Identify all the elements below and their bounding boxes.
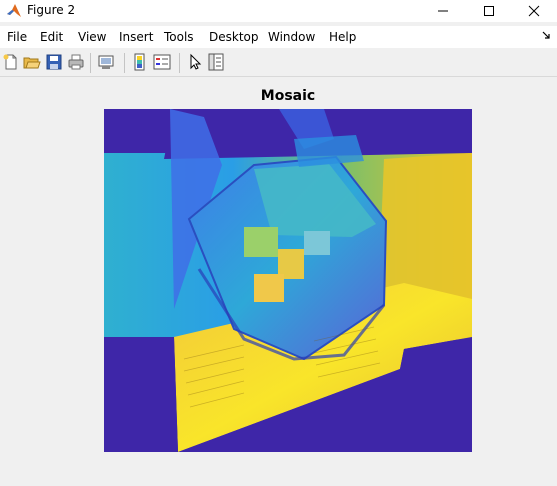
toolbar-separator: [179, 53, 180, 73]
dock-arrow-icon[interactable]: [541, 30, 551, 40]
menu-tools[interactable]: Tools: [164, 30, 194, 44]
menu-help[interactable]: Help: [329, 30, 356, 44]
property-inspector-icon[interactable]: [207, 53, 225, 71]
menu-view[interactable]: View: [78, 30, 106, 44]
open-file-icon[interactable]: [23, 53, 41, 71]
mosaic-image[interactable]: [104, 109, 472, 452]
menu-insert[interactable]: Insert: [119, 30, 153, 44]
menu-window[interactable]: Window: [268, 30, 315, 44]
maximize-icon: [484, 6, 494, 16]
window-title: Figure 2: [27, 3, 76, 17]
matlab-logo-icon: [7, 4, 21, 17]
menubar: File Edit View Insert Tools Desktop Wind…: [0, 26, 557, 48]
minimize-icon: [438, 10, 448, 12]
print-icon[interactable]: [67, 53, 85, 71]
axes-title: Mosaic: [260, 88, 316, 104]
insert-colorbar-icon[interactable]: [131, 53, 149, 71]
menu-edit[interactable]: Edit: [40, 30, 63, 44]
close-icon: [528, 5, 540, 17]
close-button[interactable]: [511, 0, 557, 22]
maximize-button[interactable]: [466, 0, 512, 22]
menu-desktop[interactable]: Desktop: [209, 30, 259, 44]
toolbar-separator: [90, 53, 91, 73]
link-plot-icon[interactable]: [97, 53, 115, 71]
save-icon[interactable]: [45, 53, 63, 71]
new-figure-icon[interactable]: [2, 53, 20, 71]
menu-file[interactable]: File: [7, 30, 27, 44]
edit-plot-pointer-icon[interactable]: [186, 53, 204, 71]
toolbar-separator: [124, 53, 125, 73]
figure-toolbar: [0, 48, 557, 77]
window-titlebar[interactable]: Figure 2: [0, 0, 557, 22]
minimize-button[interactable]: [420, 0, 466, 22]
insert-legend-icon[interactable]: [153, 53, 171, 71]
